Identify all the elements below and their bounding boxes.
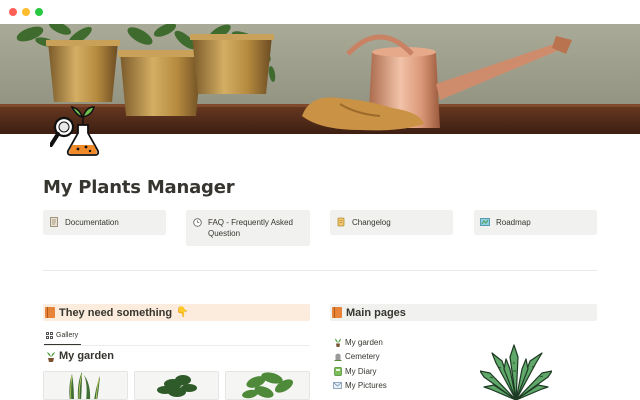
faq-link-label: FAQ - Frequently Asked Question: [208, 218, 293, 238]
tab-bar-border: [43, 345, 310, 346]
maximize-window-button[interactable]: [35, 8, 43, 16]
main-page-cemetery-label: Cemetery: [345, 352, 380, 362]
minimize-window-button[interactable]: [22, 8, 30, 16]
main-pages-label: Main pages: [346, 306, 406, 319]
section-divider: [43, 270, 597, 271]
documentation-link[interactable]: Documentation: [43, 210, 166, 235]
page-title: My Plants Manager: [43, 177, 235, 198]
window-titlebar: [0, 0, 640, 24]
changelog-link-label: Changelog: [352, 218, 391, 227]
gallery-card-leafy-plant[interactable]: [225, 371, 310, 400]
plant-icon: [47, 351, 55, 362]
headstone-icon: [333, 352, 342, 362]
gallery-card-potted-plant[interactable]: [134, 371, 219, 400]
main-page-my-diary-label: My Diary: [345, 366, 377, 376]
snake-plant-image: [44, 372, 127, 399]
main-page-cemetery[interactable]: Cemetery: [333, 350, 387, 365]
question-clock-icon: [192, 217, 202, 227]
faq-link[interactable]: FAQ - Frequently Asked Question: [186, 210, 310, 246]
envelope-icon: [333, 381, 342, 390]
document-icon: [49, 217, 59, 227]
close-window-button[interactable]: [9, 8, 17, 16]
main-page-my-garden[interactable]: My garden: [333, 335, 387, 350]
plant-lab-icon[interactable]: [49, 101, 102, 157]
gallery-title-label: My garden: [59, 350, 115, 362]
main-page-my-pictures[interactable]: My Pictures: [333, 379, 387, 394]
gallery-card-snake-plant[interactable]: [43, 371, 128, 400]
leafy-plant-image: [226, 372, 309, 399]
succulent-illustration: [480, 344, 552, 400]
documentation-link-label: Documentation: [65, 218, 119, 227]
main-page-my-pictures-label: My Pictures: [345, 381, 387, 391]
main-page-my-garden-label: My garden: [345, 337, 383, 347]
they-need-something-heading: They need something 👇: [43, 304, 310, 321]
plant-icon: [333, 338, 342, 347]
gallery-grid-icon: [46, 332, 53, 339]
diary-icon: [333, 366, 342, 376]
tab-gallery-label: Gallery: [56, 332, 79, 339]
changelog-link[interactable]: Changelog: [330, 210, 453, 235]
main-pages-heading: Main pages: [330, 304, 597, 321]
gallery-title[interactable]: My garden: [46, 350, 114, 362]
they-need-something-label: They need something: [59, 306, 173, 319]
roadmap-link[interactable]: Roadmap: [474, 210, 597, 235]
book-icon: [45, 307, 55, 318]
pointing-hand-icon: 👇: [176, 307, 189, 318]
book-icon: [332, 307, 342, 318]
main-page-my-diary[interactable]: My Diary: [333, 364, 387, 379]
map-icon: [480, 217, 490, 227]
roadmap-link-label: Roadmap: [496, 218, 531, 227]
tab-gallery[interactable]: Gallery: [46, 332, 78, 339]
potted-plant-image: [135, 372, 218, 399]
scroll-icon: [336, 217, 346, 227]
main-pages-list: My garden Cemetery My Diary My Pictures: [333, 335, 387, 393]
